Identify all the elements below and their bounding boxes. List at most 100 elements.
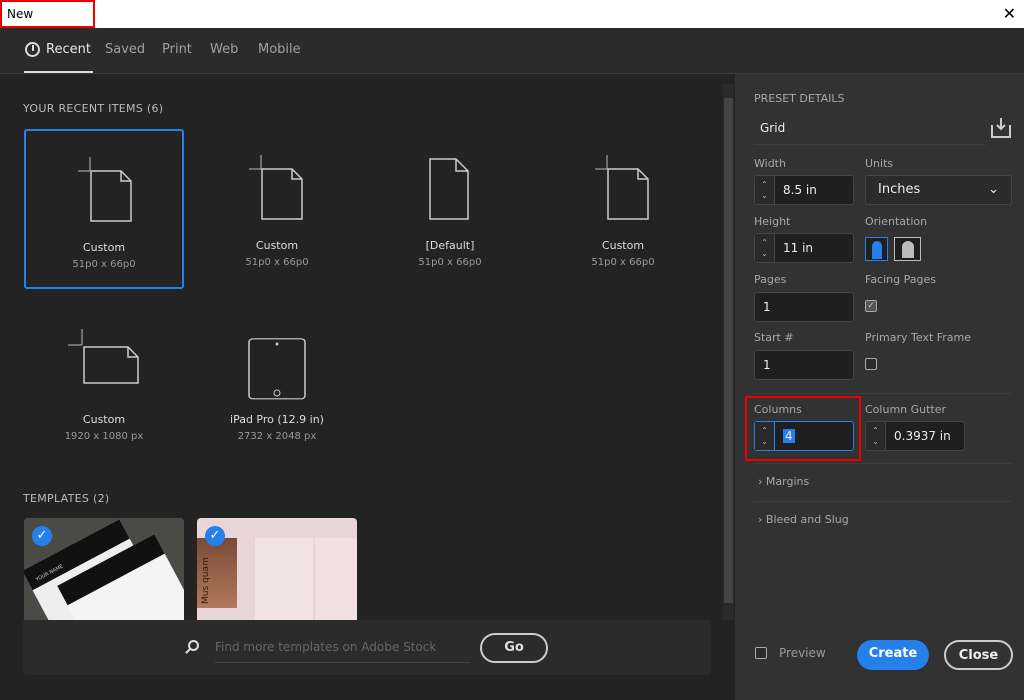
units-label: Units [865,157,894,170]
go-button[interactable]: Go [480,633,548,663]
recent-item[interactable]: Custom 51p0 x 66p0 [24,129,184,289]
document-portrait-icon [595,155,649,220]
template-magazine[interactable]: Mus quam ✓ [197,518,357,620]
stock-search-input[interactable]: Find more templates on Adobe Stock [215,637,470,663]
height-value[interactable]: 11 in [783,234,813,262]
preview-label: Preview [779,646,826,660]
portrait-icon [872,241,882,259]
divider [754,501,1012,502]
height-label: Height [754,215,791,228]
stepper-arrows-icon[interactable]: ⌃ ⌄ [755,234,775,262]
columns-stepper[interactable]: ⌃ ⌄ 4 [754,421,854,451]
item-name: Custom [601,239,645,252]
category-tabs: Recent Saved Print Web Mobile [0,28,1024,74]
document-icon [429,158,469,220]
landscape-icon [902,241,914,258]
save-preset-icon[interactable] [990,117,1012,139]
tablet-icon [248,338,306,400]
orientation-label: Orientation [865,215,928,228]
item-name: [Default] [425,239,475,252]
create-button[interactable]: Create [857,640,929,670]
divider [754,144,986,145]
item-name: Custom [82,413,126,426]
document-portrait-icon [78,157,132,222]
recent-heading-label: YOUR RECENT ITEMS [23,102,144,115]
pages-label: Pages [754,273,787,286]
stepper-arrows-icon[interactable]: ⌃ ⌄ [755,422,775,450]
divider [754,463,1012,464]
tab-mobile[interactable]: Mobile [258,42,301,57]
pages-input[interactable]: 1 [754,292,854,322]
bleed-slug-section-toggle[interactable]: › Bleed and Slug [758,513,849,526]
margins-section-toggle[interactable]: › Margins [758,475,809,488]
preset-name-input[interactable]: Grid [760,121,785,135]
template-resume[interactable]: YOUR NAME ✓ [24,518,184,620]
recent-heading: YOUR RECENT ITEMS (6) [23,102,163,115]
facing-pages-label: Facing Pages [865,273,936,286]
checkmark-icon: ✓ [205,526,225,546]
height-stepper[interactable]: ⌃ ⌄ 11 in [754,233,854,263]
clock-icon [25,42,40,57]
template-thumb-text: Mus quam [197,538,237,608]
preview-checkbox[interactable] [755,647,767,659]
close-window-button[interactable]: ✕ [1003,4,1016,23]
primary-text-frame-label: Primary Text Frame [865,331,972,344]
item-name: iPad Pro (12.9 in) [230,413,324,426]
primary-text-frame-checkbox[interactable] [865,358,877,370]
templates-count: (2) [93,492,110,505]
columns-value[interactable]: 4 [783,429,795,443]
scrollbar[interactable] [723,84,734,620]
chevron-right-icon: › [758,513,763,526]
item-size: 51p0 x 66p0 [245,257,309,268]
column-gutter-label: Column Gutter [865,403,947,416]
item-name: Custom [255,239,299,252]
margins-label: Margins [765,475,810,488]
width-stepper[interactable]: ⌃ ⌄ 8.5 in [754,175,854,205]
scrollbar-thumb[interactable] [724,98,733,603]
tab-saved[interactable]: Saved [105,42,145,57]
gutter-value[interactable]: 0.3937 in [894,422,951,450]
columns-label: Columns [754,403,802,416]
checkmark-icon: ✓ [32,526,52,546]
preset-heading: PRESET DETAILS [754,92,845,105]
title-bar: New Document ✕ [0,0,1024,45]
width-label: Width [754,157,786,170]
recent-item[interactable]: [Default] 51p0 x 66p0 [370,129,530,289]
units-value: Inches [878,182,921,197]
search-icon [185,640,199,654]
templates-heading-label: TEMPLATES [23,492,90,505]
start-label: Start # [754,331,794,344]
document-portrait-icon [249,155,303,220]
units-select[interactable]: Inches ⌄ [865,175,1012,205]
bleed-slug-label: Bleed and Slug [765,513,849,526]
recent-item[interactable]: Custom 1920 x 1080 px [24,303,184,463]
close-button[interactable]: Close [944,640,1013,670]
recent-item[interactable]: iPad Pro (12.9 in) 2732 x 2048 px [197,303,357,463]
item-name: Custom [82,241,126,254]
recent-item[interactable]: Custom 51p0 x 66p0 [543,129,703,289]
width-value[interactable]: 8.5 in [783,176,817,204]
stepper-arrows-icon[interactable]: ⌃ ⌄ [866,422,886,450]
tab-print[interactable]: Print [162,42,192,57]
stepper-arrows-icon[interactable]: ⌃ ⌄ [755,176,775,204]
item-size: 51p0 x 66p0 [72,259,136,270]
divider [754,393,1012,394]
start-input[interactable]: 1 [754,350,854,380]
item-size: 2732 x 2048 px [237,431,317,442]
recent-item[interactable]: Custom 51p0 x 66p0 [197,129,357,289]
portrait-orientation-button[interactable] [865,237,888,261]
templates-heading: TEMPLATES (2) [23,492,109,505]
item-size: 1920 x 1080 px [64,431,144,442]
landscape-orientation-button[interactable] [894,237,921,261]
column-gutter-stepper[interactable]: ⌃ ⌄ 0.3937 in [865,421,965,451]
chevron-right-icon: › [758,475,763,488]
item-size: 51p0 x 66p0 [591,257,655,268]
tab-web[interactable]: Web [210,42,238,57]
tab-recent[interactable]: Recent [24,42,93,73]
recent-count: (6) [146,102,164,115]
document-landscape-icon [68,329,139,384]
chevron-down-icon: ⌄ [988,182,999,197]
facing-pages-checkbox[interactable]: ✓ [865,300,877,312]
window-title: New Document [0,0,95,45]
item-size: 51p0 x 66p0 [418,257,482,268]
